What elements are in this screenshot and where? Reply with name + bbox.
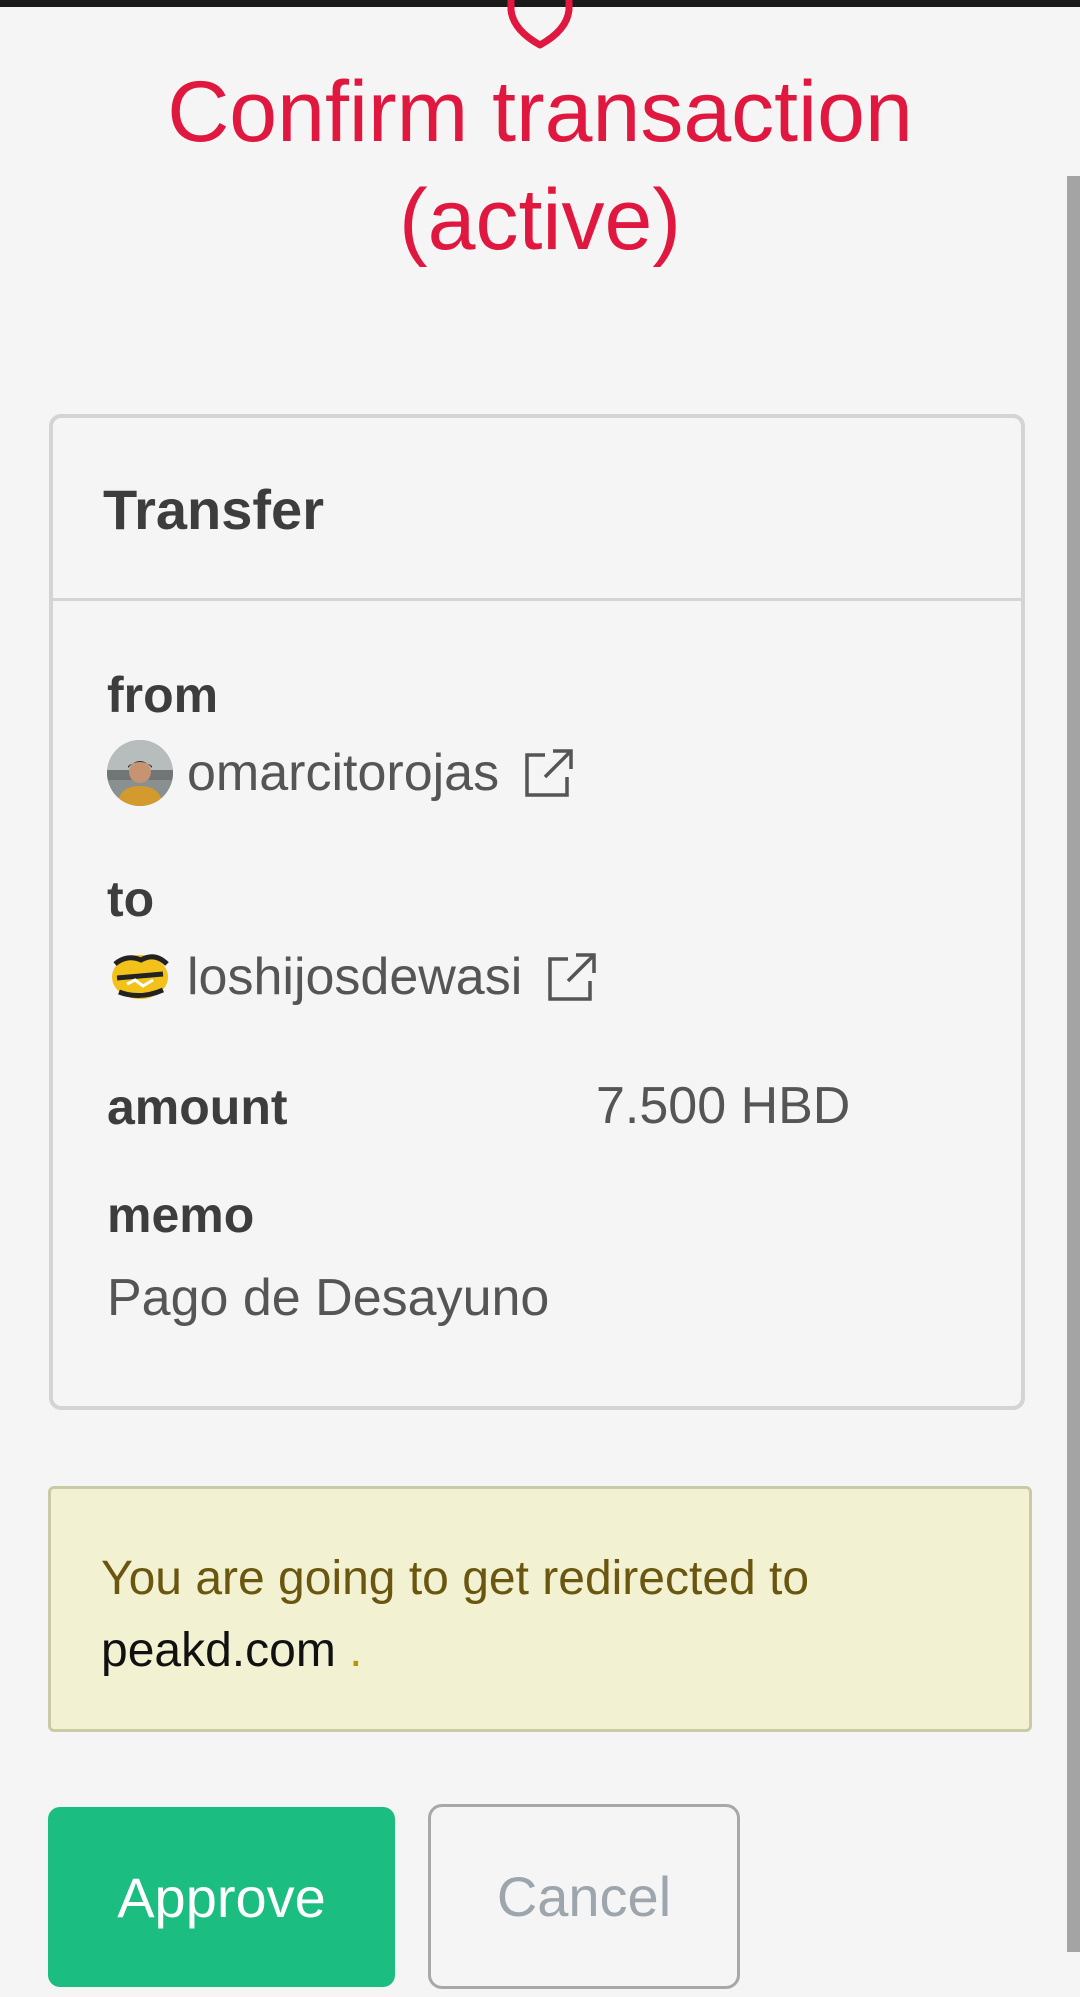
redirect-domain: peakd.com: [101, 1624, 336, 1677]
transaction-card: Transfer from omarcitorojas to loshijosd…: [49, 414, 1025, 1410]
scrollbar[interactable]: [1067, 176, 1080, 1952]
amount-label: amount: [107, 1079, 288, 1135]
from-account-name[interactable]: omarcitorojas: [187, 747, 499, 799]
approve-button[interactable]: Approve: [48, 1807, 395, 1987]
redirect-trailing-dot: .: [349, 1624, 363, 1677]
to-avatar: [107, 944, 173, 1010]
external-link-icon[interactable]: [523, 747, 575, 799]
from-avatar: [107, 740, 173, 806]
redirect-notice-text: You are going to get redirected to: [101, 1552, 810, 1605]
page-title: Confirm transaction (active): [167, 64, 913, 268]
amount-value: 7.500 HBD: [596, 1077, 851, 1135]
external-link-icon[interactable]: [546, 951, 598, 1003]
to-account-row: loshijosdewasi: [107, 942, 598, 1012]
shield-icon: [507, 0, 573, 49]
cancel-button[interactable]: Cancel: [428, 1804, 740, 1989]
operation-type: Transfer: [103, 478, 324, 541]
memo-value: Pago de Desayuno: [107, 1269, 550, 1327]
card-header: Transfer: [53, 418, 1021, 601]
to-account-name[interactable]: loshijosdewasi: [187, 951, 522, 1003]
memo-label: memo: [107, 1187, 255, 1243]
redirect-notice: You are going to get redirected to peakd…: [48, 1486, 1032, 1732]
page: Confirm transaction (active) Transfer fr…: [0, 0, 1080, 1997]
from-account-row: omarcitorojas: [107, 738, 575, 808]
from-label: from: [107, 667, 219, 723]
redirect-domain-line: peakd.com .: [101, 1627, 362, 1675]
to-label: to: [107, 871, 155, 927]
